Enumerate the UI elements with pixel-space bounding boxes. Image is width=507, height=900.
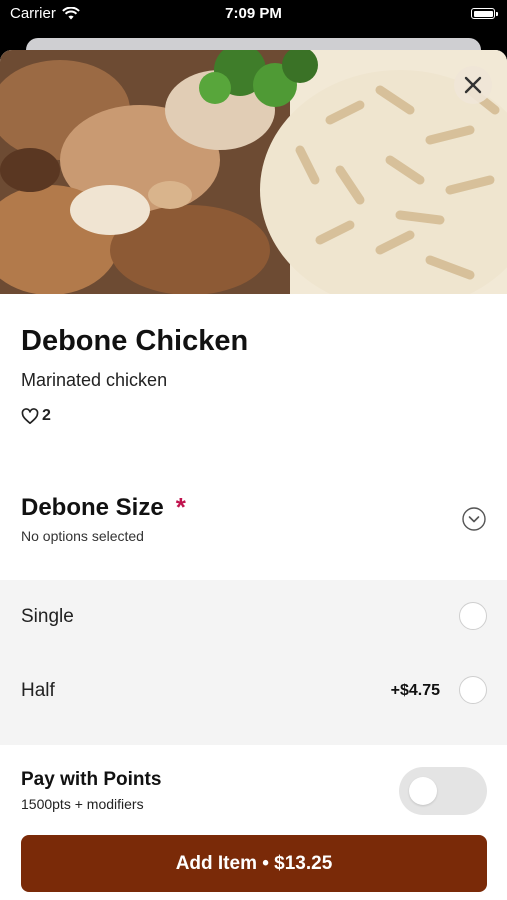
modifier-group-status: No options selected <box>21 528 144 544</box>
option-row-half[interactable]: Half +$4.75 <box>0 654 507 728</box>
heart-icon <box>21 407 39 424</box>
option-radio[interactable] <box>459 602 487 630</box>
option-row-single[interactable]: Single <box>0 580 507 654</box>
close-icon <box>464 76 482 94</box>
chevron-down-icon[interactable] <box>462 507 486 531</box>
option-label: Single <box>21 606 74 627</box>
points-subtitle: 1500pts + modifiers <box>21 796 144 812</box>
modifier-group-header[interactable]: Debone Size * <box>21 492 186 523</box>
battery-icon <box>471 8 498 19</box>
like-button[interactable]: 2 <box>21 407 51 425</box>
like-count: 2 <box>42 407 51 424</box>
option-price: +$4.75 <box>390 682 440 699</box>
option-radio[interactable] <box>459 676 487 704</box>
item-title: Debone Chicken <box>21 325 249 357</box>
modifier-options: Single Half +$4.75 <box>0 580 507 745</box>
option-label: Half <box>21 680 55 701</box>
close-button[interactable] <box>454 66 492 104</box>
item-photo <box>0 50 507 294</box>
toggle-knob <box>409 777 437 805</box>
status-bar: Carrier 7:09 PM <box>0 0 507 30</box>
food-illustration <box>0 50 507 294</box>
item-description: Marinated chicken <box>21 370 168 390</box>
points-title: Pay with Points <box>21 769 162 790</box>
pay-with-points-toggle[interactable] <box>399 767 487 815</box>
required-marker: * <box>175 492 186 522</box>
status-time: 7:09 PM <box>225 5 282 22</box>
modifier-group-title: Debone Size <box>21 493 164 521</box>
item-detail-sheet: Debone Chicken Marinated chicken 2 Debon… <box>0 50 507 900</box>
add-item-button[interactable]: Add Item • $13.25 <box>21 835 487 892</box>
